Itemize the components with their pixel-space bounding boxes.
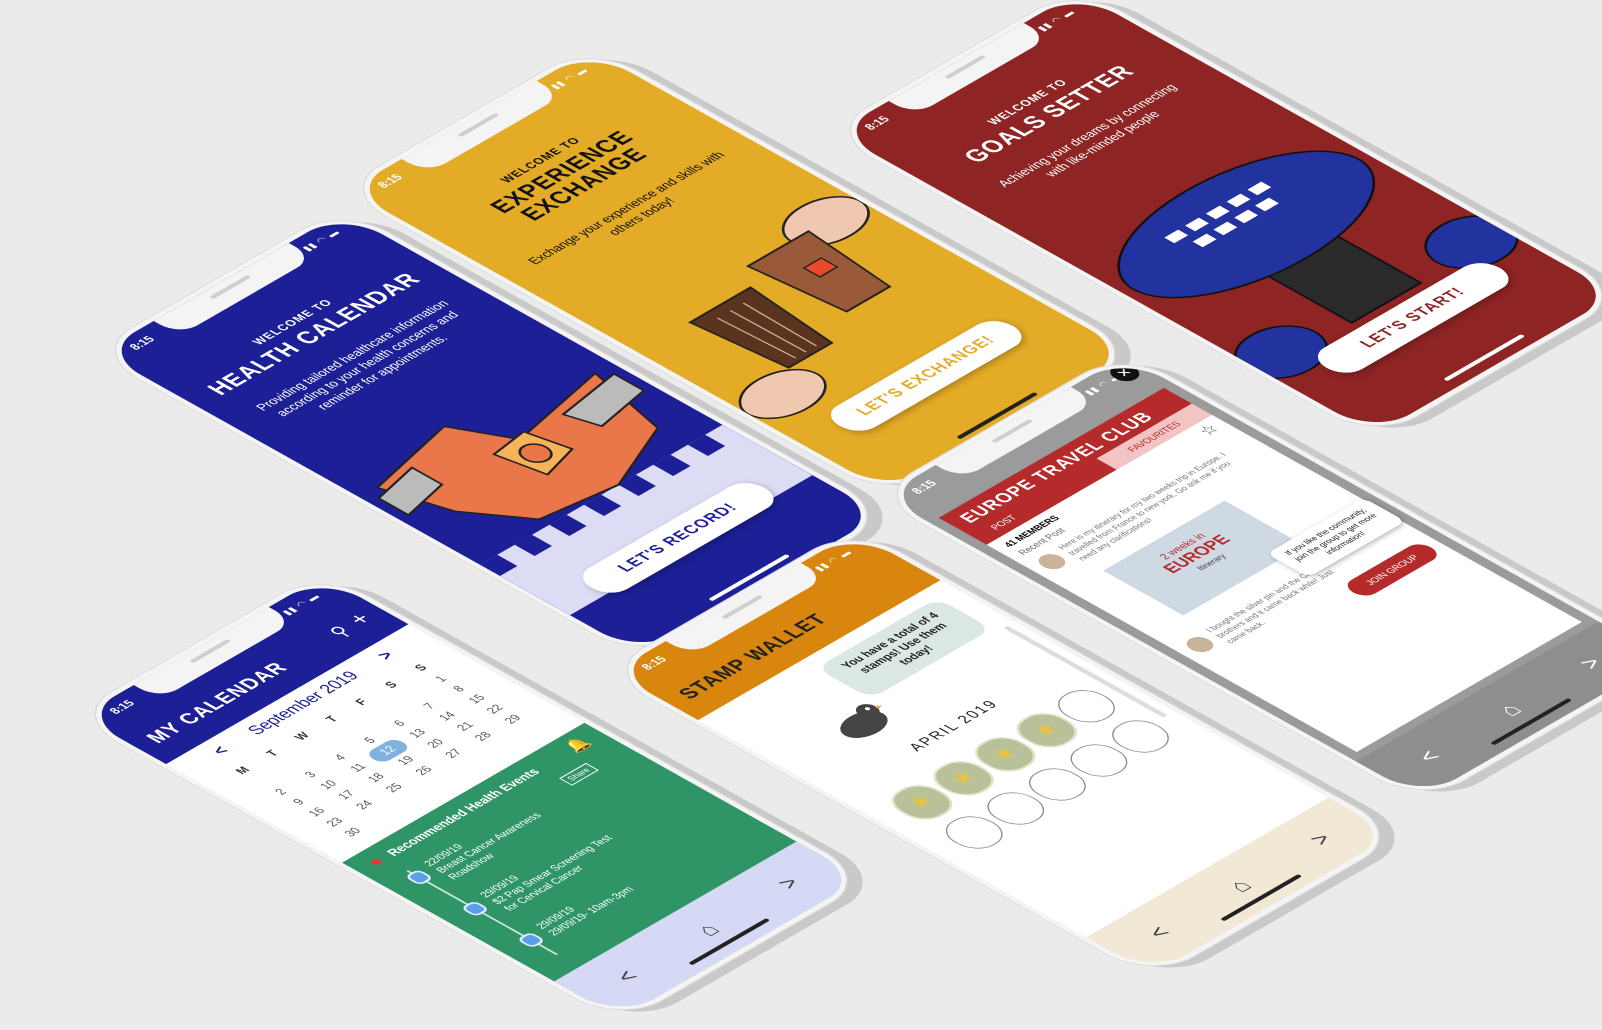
- home-icon[interactable]: ⌂: [1491, 699, 1529, 720]
- status-icons: ▮▮ ◠ ▬: [1034, 8, 1078, 33]
- plus-icon[interactable]: +: [341, 609, 378, 630]
- chevron-right-icon[interactable]: >: [1573, 653, 1602, 674]
- status-time: 8:15: [909, 478, 941, 497]
- status-time: 8:15: [862, 114, 894, 133]
- status-icons: ▮▮ ◠ ▬: [811, 548, 855, 573]
- home-icon[interactable]: ⌂: [689, 919, 727, 940]
- chevron-left-icon[interactable]: <: [1141, 922, 1178, 943]
- status-time: 8:15: [375, 172, 407, 191]
- chevron-left-icon[interactable]: <: [209, 744, 235, 759]
- chevron-right-icon[interactable]: >: [374, 649, 400, 664]
- avatar: [1033, 551, 1071, 573]
- search-icon[interactable]: ⚲: [324, 623, 356, 641]
- bottom-navbar: < ⌂ >: [1086, 797, 1395, 975]
- star-icon[interactable]: ☆: [1193, 421, 1225, 439]
- status-icons: ▮▮ ◠ ▬: [299, 228, 343, 253]
- bell-icon[interactable]: 🔔: [559, 734, 596, 755]
- chevron-right-icon[interactable]: >: [771, 873, 808, 894]
- flag-icon: ⚑: [364, 855, 392, 871]
- status-time: 8:15: [639, 654, 671, 673]
- bird-icon: [840, 704, 888, 738]
- avatar: [1181, 633, 1219, 656]
- status-icons: ▮▮ ◠ ▬: [279, 592, 323, 617]
- status-time: 8:15: [107, 698, 139, 717]
- card-headline: EUROPE: [1159, 532, 1236, 577]
- status-icons: ▮▮ ◠ ▬: [547, 66, 591, 91]
- tooltip-text: If you like the community, join the grou…: [1282, 506, 1380, 563]
- chevron-left-icon[interactable]: <: [1411, 746, 1448, 767]
- chevron-left-icon[interactable]: <: [609, 966, 646, 987]
- chevron-right-icon[interactable]: >: [1303, 829, 1340, 850]
- welcome-label: WELCOME TO: [985, 77, 1072, 128]
- status-time: 8:15: [127, 334, 159, 353]
- home-icon[interactable]: ⌂: [1221, 875, 1259, 896]
